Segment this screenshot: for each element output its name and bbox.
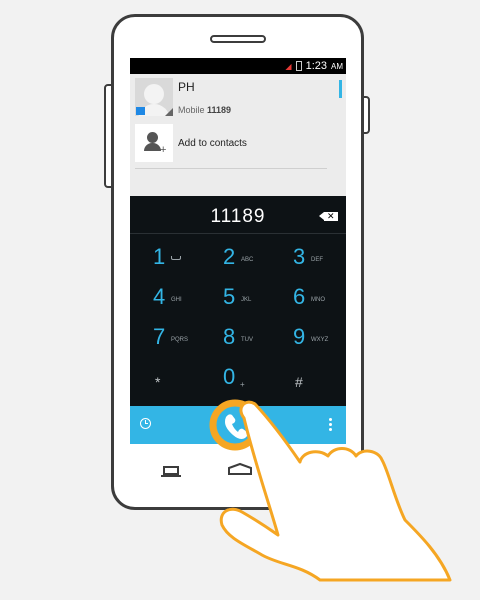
key-letters: DEF <box>311 257 323 263</box>
key-digit: 9 <box>293 324 306 349</box>
key-letters: + <box>240 380 245 389</box>
signal-icon: ◢ <box>285 61 292 71</box>
contact-number-line[interactable]: Mobile 11189 <box>178 105 231 115</box>
key-digit: 8 <box>223 324 236 349</box>
key-letters: MNO <box>311 297 325 303</box>
key-letters: ABC <box>241 257 254 263</box>
key-star[interactable]: * <box>133 360 205 400</box>
key-8[interactable]: 8 TUV <box>203 320 275 360</box>
key-digit: 0 <box>223 364 236 389</box>
key-digit: 1 <box>153 244 166 269</box>
screen: ◢ 1:23 AM PH Mobile 11189 + Add to conta… <box>130 58 346 444</box>
key-digit: 7 <box>153 324 166 349</box>
key-digit: 6 <box>293 284 306 309</box>
contact-suggestions: PH Mobile 11189 + Add to contacts <box>130 74 346 196</box>
add-to-contacts-label[interactable]: Add to contacts <box>178 138 247 149</box>
power-button <box>362 96 370 134</box>
key-2[interactable]: 2 ABC <box>203 240 275 280</box>
contact-avatar[interactable] <box>135 78 173 116</box>
key-pound[interactable]: # <box>273 360 345 400</box>
key-digit: 5 <box>223 284 236 309</box>
key-digit: # <box>295 374 303 390</box>
key-1[interactable]: 1 <box>133 240 205 280</box>
battery-icon <box>295 61 302 71</box>
key-5[interactable]: 5 JKL <box>203 280 275 320</box>
key-9[interactable]: 9 WXYZ <box>273 320 345 360</box>
status-ampm: AM <box>331 61 343 71</box>
key-3[interactable]: 3 DEF <box>273 240 345 280</box>
backspace-icon[interactable]: ✕ <box>319 211 338 221</box>
dialed-number: 11189 <box>210 206 266 227</box>
key-letters: PQRS <box>171 337 189 343</box>
key-letters: WXYZ <box>311 337 329 343</box>
key-4[interactable]: 4 GHI <box>133 280 205 320</box>
status-time: 1:23 <box>305 60 327 72</box>
key-letters: JKL <box>241 297 252 303</box>
voicemail-icon <box>171 256 181 260</box>
key-digit: * <box>155 374 161 390</box>
recent-apps-icon[interactable] <box>161 466 181 477</box>
divider <box>135 168 327 169</box>
key-letters: TUV <box>241 337 253 343</box>
add-contact-icon[interactable]: + <box>135 124 173 162</box>
call-action-bar <box>130 406 346 444</box>
key-digit: 3 <box>293 244 306 269</box>
key-0[interactable]: 0 + <box>203 360 275 400</box>
earpiece <box>210 35 266 43</box>
back-icon[interactable] <box>301 466 321 476</box>
contact-number-type: Mobile <box>178 105 205 115</box>
contact-number: 11189 <box>207 105 232 115</box>
dial-display: 11189 ✕ <box>130 196 346 234</box>
quick-contact-badge-icon <box>136 107 145 115</box>
scrollbar[interactable] <box>339 80 342 98</box>
key-digit: 4 <box>153 284 166 309</box>
key-6[interactable]: 6 MNO <box>273 280 345 320</box>
overflow-menu-icon[interactable] <box>329 418 332 431</box>
nav-bar <box>161 462 321 477</box>
call-history-icon[interactable] <box>140 418 151 429</box>
key-digit: 2 <box>223 244 236 269</box>
contact-name[interactable]: PH <box>178 80 195 94</box>
home-icon[interactable] <box>228 462 252 475</box>
status-bar: ◢ 1:23 AM <box>130 58 346 74</box>
volume-button <box>104 84 113 188</box>
key-letters: GHI <box>171 297 182 303</box>
key-7[interactable]: 7 PQRS <box>133 320 205 360</box>
